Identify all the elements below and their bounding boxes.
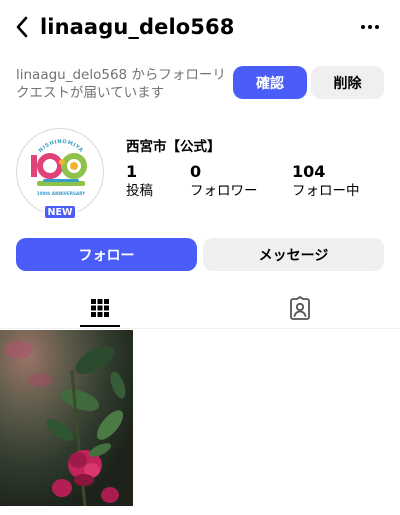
svg-text:100th ANNIVERSARY: 100th ANNIVERSARY <box>37 191 87 196</box>
more-options-button[interactable] <box>358 16 382 38</box>
following-label: フォロー中 <box>292 183 360 199</box>
delete-request-button[interactable]: 削除 <box>311 66 384 99</box>
profile-header: linaagu_delo568 <box>0 0 400 56</box>
profile-display-name: 西宮市【公式】 <box>126 139 221 155</box>
rose-photo <box>0 330 133 506</box>
tab-tagged[interactable] <box>200 287 400 328</box>
profile-tabs <box>0 287 400 329</box>
posts-label: 投稿 <box>126 183 153 199</box>
message-button[interactable]: メッセージ <box>203 238 384 271</box>
followers-count: 0 <box>190 162 202 181</box>
follow-button[interactable]: フォロー <box>16 238 197 271</box>
posts-count: 1 <box>126 162 138 181</box>
ellipsis-icon <box>361 25 379 29</box>
post-thumbnail[interactable] <box>0 330 133 506</box>
follow-request-text: linaagu_delo568 からフォローリクエストが届いています <box>16 67 226 101</box>
profile-username: linaagu_delo568 <box>40 15 235 39</box>
svg-text:NISHINOMIYA: NISHINOMIYA <box>38 139 84 154</box>
tagged-person-icon <box>290 295 310 320</box>
avatar: NISHINOMIYA 100th ANNIVERSARY <box>16 128 104 216</box>
new-badge: NEW <box>43 204 77 220</box>
active-tab-indicator <box>80 325 120 327</box>
followers-label: フォロワー <box>190 183 258 199</box>
followers-stat[interactable]: 0 フォロワー <box>190 162 258 200</box>
chevron-left-icon <box>16 16 28 38</box>
grid-icon <box>91 298 109 317</box>
posts-stat[interactable]: 1 投稿 <box>126 162 153 200</box>
tab-posts-grid[interactable] <box>0 287 200 328</box>
nishinomiya-100-logo: NISHINOMIYA 100th ANNIVERSARY <box>31 139 87 196</box>
confirm-request-button[interactable]: 確認 <box>233 66 307 99</box>
following-stat[interactable]: 104 フォロー中 <box>292 162 360 200</box>
back-button[interactable] <box>10 14 34 40</box>
profile-avatar-wrap[interactable]: NISHINOMIYA 100th ANNIVERSARY NEW <box>16 128 104 220</box>
following-count: 104 <box>292 162 326 181</box>
